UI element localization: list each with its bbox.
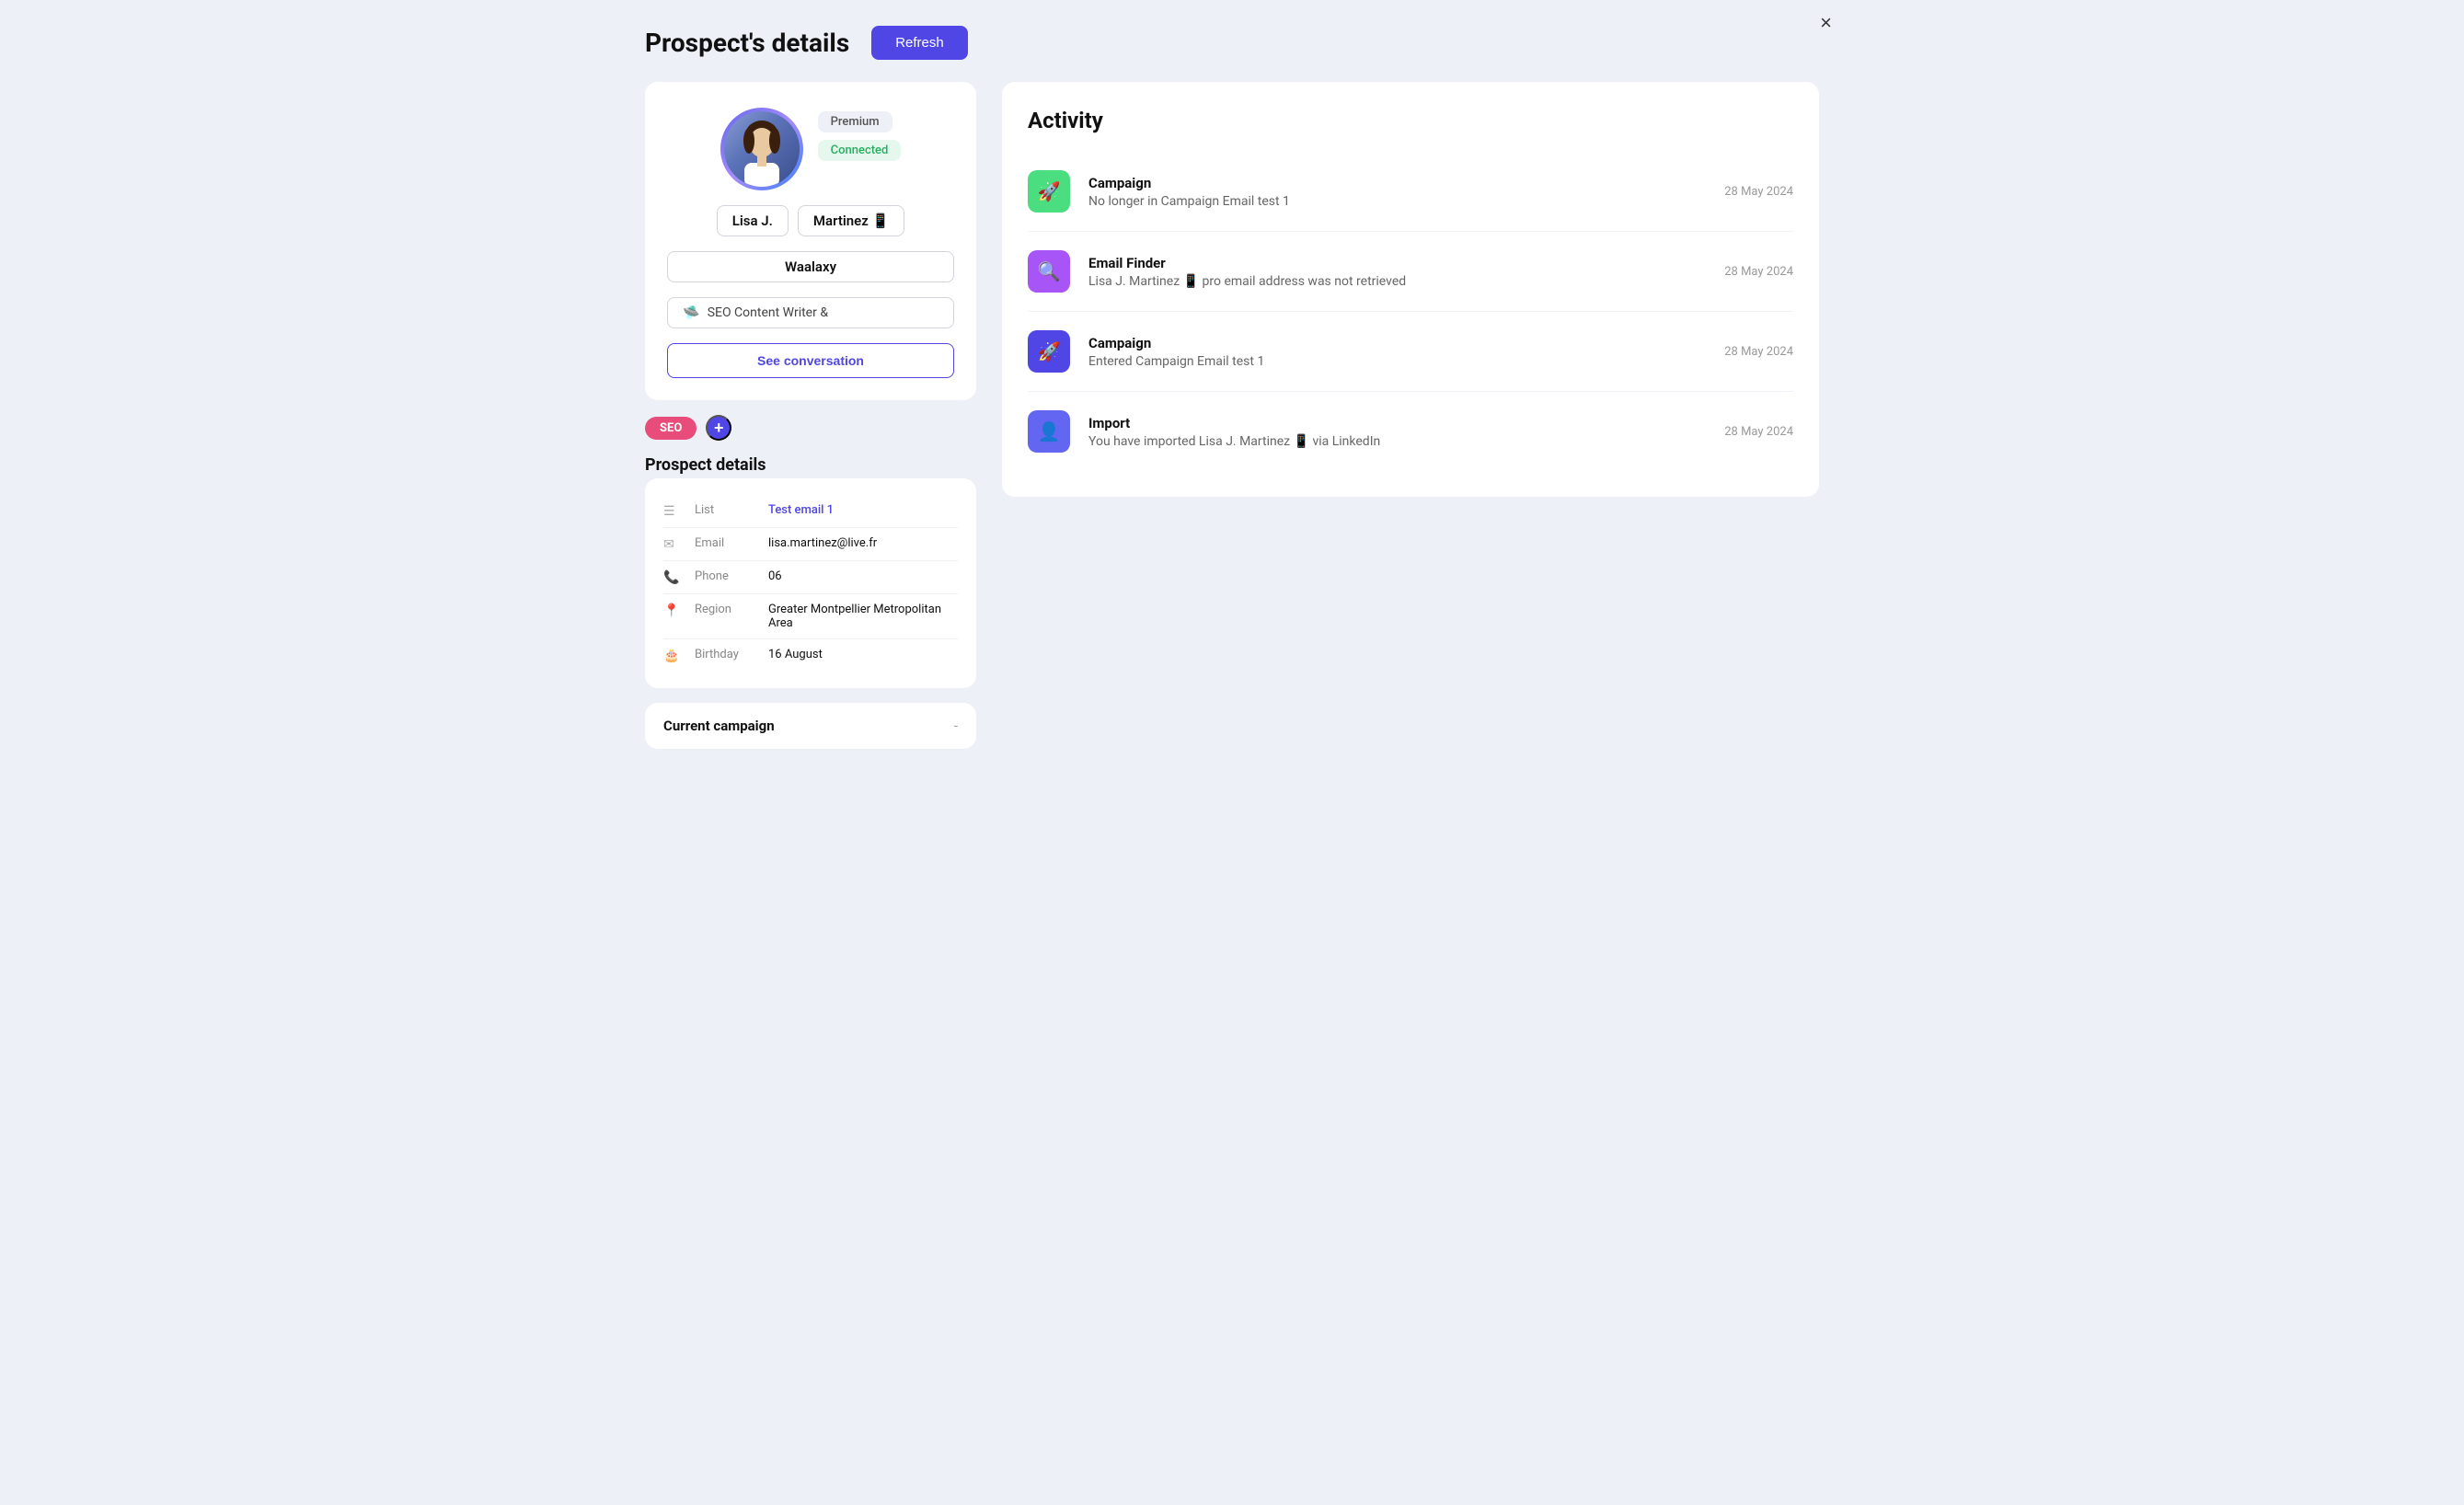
- name-row: Lisa J. Martinez 📱: [717, 205, 904, 236]
- left-panel: Premium Connected Lisa J. Martinez 📱 Waa…: [645, 82, 976, 749]
- birthday-value: 16 August: [768, 648, 823, 661]
- region-icon: 📍: [663, 603, 684, 618]
- activity-list: 🚀 Campaign No longer in Campaign Email t…: [1028, 152, 1793, 471]
- job-emoji: 🛸: [683, 304, 700, 321]
- activity-desc: Entered Campaign Email test 1: [1088, 354, 1706, 369]
- premium-badge: Premium: [818, 111, 892, 132]
- activity-type: Import: [1088, 415, 1706, 431]
- activity-date: 28 May 2024: [1724, 185, 1793, 199]
- activity-type: Campaign: [1088, 335, 1706, 351]
- activity-title: Activity: [1028, 108, 1793, 133]
- activity-item: 🚀 Campaign Entered Campaign Email test 1…: [1028, 312, 1793, 392]
- email-value: lisa.martinez@live.fr: [768, 536, 877, 550]
- activity-panel: Activity 🚀 Campaign No longer in Campaig…: [1002, 82, 1819, 497]
- phone-value: 06: [768, 569, 782, 583]
- activity-main: Import You have imported Lisa J. Martine…: [1088, 415, 1706, 449]
- seo-tag: SEO: [645, 417, 697, 440]
- activity-icon: 🚀: [1028, 170, 1070, 213]
- detail-row-birthday: 🎂 Birthday 16 August: [663, 639, 958, 672]
- list-icon: ☰: [663, 504, 684, 519]
- section-title: Prospect details: [645, 455, 976, 475]
- detail-row-region: 📍 Region Greater Montpellier Metropolita…: [663, 594, 958, 639]
- detail-row-email: ✉ Email lisa.martinez@live.fr: [663, 528, 958, 561]
- campaign-card: Current campaign -: [645, 703, 976, 749]
- activity-date: 28 May 2024: [1724, 425, 1793, 439]
- modal-container: × Prospect's details Refresh: [616, 0, 1848, 778]
- list-label: List: [695, 503, 757, 517]
- activity-item: 🚀 Campaign No longer in Campaign Email t…: [1028, 152, 1793, 232]
- activity-item: 👤 Import You have imported Lisa J. Marti…: [1028, 392, 1793, 471]
- refresh-button[interactable]: Refresh: [871, 26, 968, 60]
- avatar: [720, 108, 803, 190]
- birthday-label: Birthday: [695, 648, 757, 661]
- region-value: Greater Montpellier Metropolitan Area: [768, 603, 958, 630]
- activity-icon: 🔍: [1028, 250, 1070, 293]
- avatar-svg: [724, 111, 800, 187]
- email-icon: ✉: [663, 537, 684, 552]
- job-box: 🛸 SEO Content Writer &: [667, 297, 954, 328]
- avatar-inner: [724, 111, 800, 187]
- activity-desc: No longer in Campaign Email test 1: [1088, 194, 1706, 209]
- company-box: Waalaxy: [667, 251, 954, 282]
- activity-date: 28 May 2024: [1724, 265, 1793, 279]
- first-name-box: Lisa J.: [717, 205, 789, 236]
- add-tag-button[interactable]: +: [706, 415, 731, 441]
- header-row: Prospect's details Refresh: [645, 26, 1819, 60]
- close-button[interactable]: ×: [1820, 11, 1832, 35]
- main-layout: Premium Connected Lisa J. Martinez 📱 Waa…: [645, 82, 1819, 749]
- details-card: ☰ List Test email 1 ✉ Email lisa.martine…: [645, 478, 976, 688]
- activity-type: Campaign: [1088, 175, 1706, 191]
- activity-main: Email Finder Lisa J. Martinez 📱 pro emai…: [1088, 255, 1706, 289]
- email-label: Email: [695, 536, 757, 550]
- connected-badge: Connected: [818, 140, 902, 161]
- campaign-value: -: [954, 718, 958, 734]
- activity-date: 28 May 2024: [1724, 345, 1793, 359]
- region-label: Region: [695, 603, 757, 616]
- job-title: SEO Content Writer &: [708, 305, 828, 320]
- see-conversation-button[interactable]: See conversation: [667, 343, 954, 378]
- activity-desc: You have imported Lisa J. Martinez 📱 via…: [1088, 434, 1706, 449]
- activity-icon: 🚀: [1028, 330, 1070, 373]
- profile-top: Premium Connected: [667, 108, 954, 190]
- activity-item: 🔍 Email Finder Lisa J. Martinez 📱 pro em…: [1028, 232, 1793, 312]
- prospect-details-section: Prospect details ☰ List Test email 1 ✉ E…: [645, 455, 976, 688]
- activity-main: Campaign Entered Campaign Email test 1: [1088, 335, 1706, 369]
- detail-row-list: ☰ List Test email 1: [663, 495, 958, 528]
- profile-card: Premium Connected Lisa J. Martinez 📱 Waa…: [645, 82, 976, 400]
- activity-main: Campaign No longer in Campaign Email tes…: [1088, 175, 1706, 209]
- last-name-box: Martinez 📱: [798, 205, 904, 236]
- tags-row: SEO +: [645, 415, 976, 441]
- list-value[interactable]: Test email 1: [768, 503, 834, 517]
- phone-label: Phone: [695, 569, 757, 583]
- detail-row-phone: 📞 Phone 06: [663, 561, 958, 594]
- activity-type: Email Finder: [1088, 255, 1706, 271]
- birthday-icon: 🎂: [663, 649, 684, 663]
- campaign-label: Current campaign: [663, 718, 775, 734]
- page-title: Prospect's details: [645, 28, 849, 58]
- badges: Premium Connected: [818, 108, 902, 161]
- phone-icon: 📞: [663, 570, 684, 585]
- activity-desc: Lisa J. Martinez 📱 pro email address was…: [1088, 274, 1706, 289]
- activity-icon: 👤: [1028, 410, 1070, 453]
